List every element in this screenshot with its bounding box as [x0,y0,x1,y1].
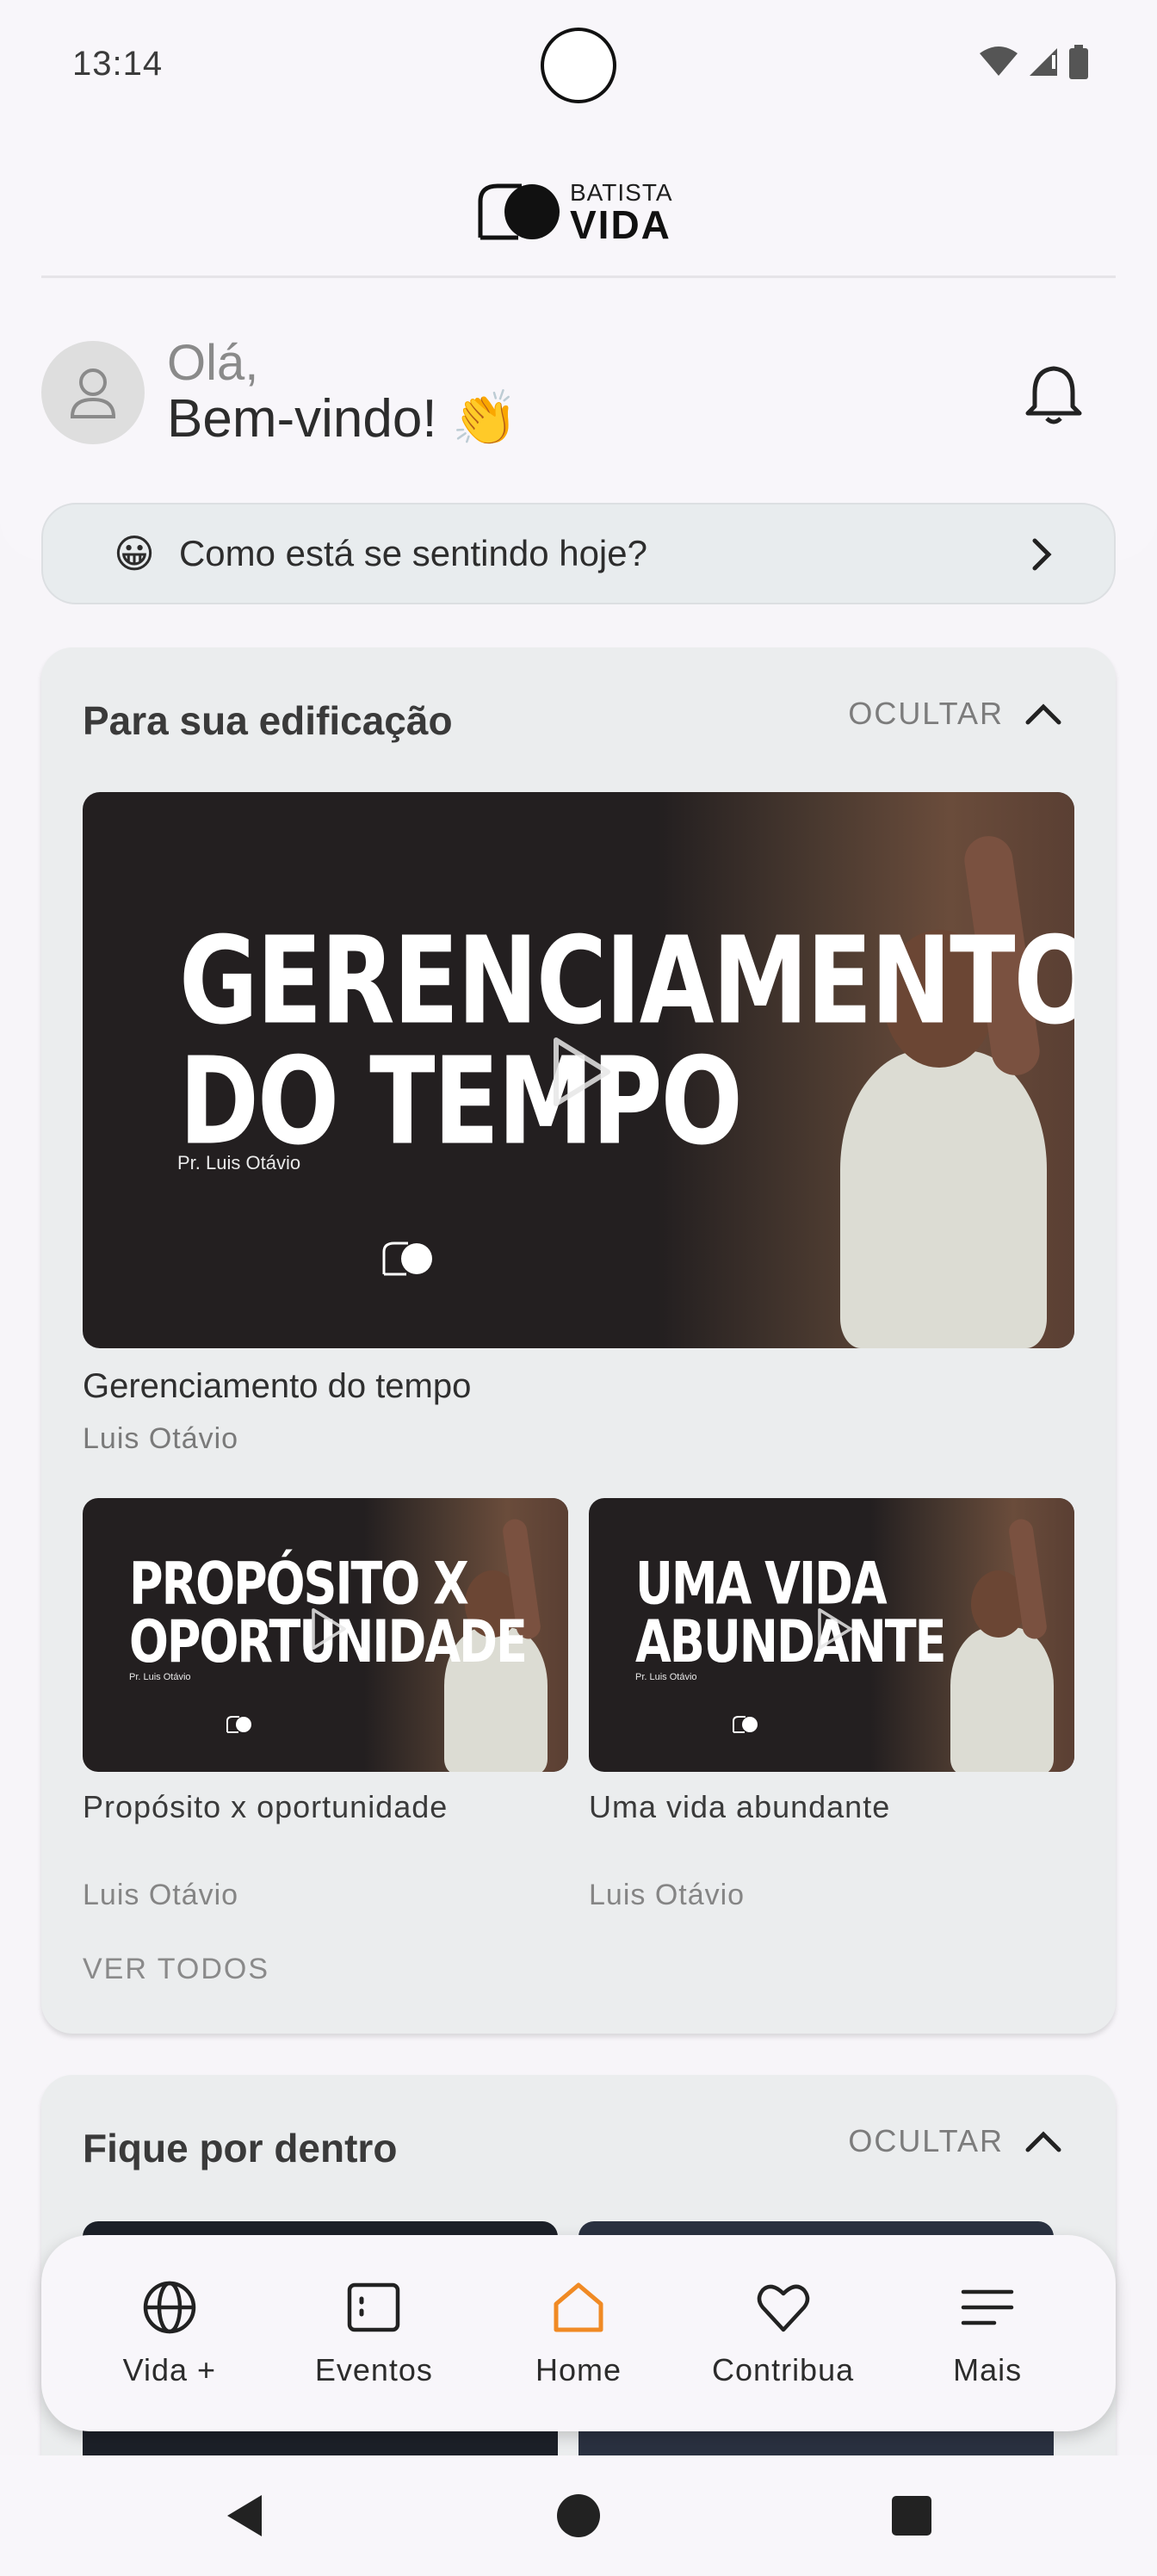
wifi-icon [980,46,1018,76]
nav-label: Mais [953,2352,1023,2387]
back-icon[interactable] [220,2490,269,2542]
nav-label: Contribua [712,2352,855,2387]
section-title: Para sua edificação [83,698,453,743]
logo-text-vida: VIDA [570,202,671,247]
logo-mark-icon [478,183,560,240]
status-bar: 13:14 [0,0,1157,129]
user-icon [70,368,116,418]
status-time: 13:14 [72,45,164,83]
thumbnail-title-line1: GERENCIAMENTO [179,911,1074,1052]
nav-label: Home [535,2352,622,2387]
chevron-up-icon [1025,2131,1061,2152]
nav-label: Vida + [122,2352,217,2387]
hide-label: OCULTAR [848,696,1004,731]
recents-icon[interactable] [890,2490,933,2542]
thumbnail-title-line2: ABUNDANTE [635,1607,947,1675]
nav-label: Eventos [314,2352,433,2387]
avatar[interactable] [41,341,145,444]
video-title[interactable]: Uma vida abundante [589,1789,890,1825]
thumbnail-author: Pr. Luis Otávio [635,1672,697,1682]
system-navigation-bar [0,2455,1157,2576]
smiley-icon: 😀 [114,531,155,576]
greeting-hello: Olá, [167,335,259,391]
video-title[interactable]: Propósito x oportunidade [83,1789,448,1825]
mood-prompt-label: Como está se sentindo hoje? [178,533,647,573]
thumbnail-title-line2: DO TEMPO [179,1031,743,1173]
thumbnail-logo-icon [382,1242,432,1276]
hide-section-button[interactable]: OCULTAR [848,2123,1064,2159]
heart-icon [757,2284,809,2332]
home-icon [554,2282,603,2332]
camera-cutout [541,28,616,103]
globe-icon [143,2281,196,2334]
section-title: Fique por dentro [83,2126,398,2170]
status-icons [980,45,1088,79]
video-author: Luis Otávio [589,1879,746,1911]
play-icon [818,1608,852,1650]
chevron-right-icon [1032,538,1052,571]
header-divider [41,276,1116,278]
play-icon [554,1037,610,1106]
signal-icon [1030,48,1057,76]
video-thumbnail[interactable]: UMA VIDA ABUNDANTE Pr. Luis Otávio [589,1498,1074,1772]
nav-item-eventos[interactable]: Eventos [288,2278,460,2388]
play-icon [312,1608,346,1650]
hide-section-button[interactable]: OCULTAR [848,696,1064,732]
batista-vida-logo: BATISTA VIDA [475,176,682,247]
video-thumbnail[interactable]: PROPÓSITO X OPORTUNIDADE Pr. Luis Otávio [83,1498,568,1772]
nav-item-mais[interactable]: Mais [901,2278,1073,2388]
thumbnail-logo-icon [226,1716,251,1733]
thumbnail-title-line1: UMA VIDA [635,1549,888,1618]
menu-icon [961,2289,1014,2325]
featured-video-title[interactable]: Gerenciamento do tempo [83,1367,471,1406]
chevron-up-icon [1025,703,1061,725]
preacher-shirt [950,1627,1054,1772]
mood-prompt-button[interactable]: 😀 Como está se sentindo hoje? [41,503,1116,604]
thumbnail-title: GERENCIAMENTO DO TEMPO [179,921,1074,1162]
see-all-button[interactable]: VER TODOS [83,1953,269,1986]
featured-video-thumbnail[interactable]: GERENCIAMENTO DO TEMPO Pr. Luis Otávio [83,792,1074,1348]
app-header: 13:14 BATISTA VIDA Olá, Bem-vindo! 👏 [0,0,1157,560]
video-author: Luis Otávio [83,1879,239,1911]
thumbnail-author: Pr. Luis Otávio [129,1672,191,1682]
nav-item-home[interactable]: Home [492,2278,665,2388]
home-button-icon[interactable] [554,2490,603,2542]
thumbnail-author: Pr. Luis Otávio [177,1152,301,1173]
hide-label: OCULTAR [848,2123,1004,2158]
notification-bell-icon[interactable] [1021,362,1086,427]
bottom-navigation: Vida + Eventos Home Contribua Mais [41,2235,1116,2431]
nav-item-contribua[interactable]: Contribua [697,2278,869,2388]
battery-icon [1069,45,1088,79]
featured-video-author: Luis Otávio [83,1422,239,1455]
thumbnail-logo-icon [733,1716,758,1733]
calendar-icon [348,2282,400,2332]
nav-item-vida-plus[interactable]: Vida + [84,2278,256,2388]
greeting-welcome: Bem-vindo! 👏 [167,389,518,449]
edification-section: Para sua edificação OCULTAR GERENCIAMENT… [41,647,1116,2034]
thumbnail-title: UMA VIDA ABUNDANTE [635,1549,947,1675]
